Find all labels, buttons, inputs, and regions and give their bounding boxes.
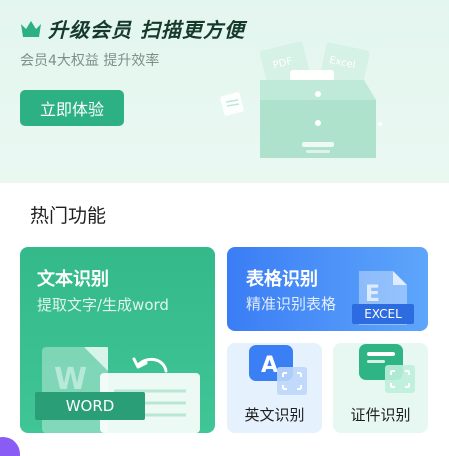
undo-arrow-icon (132, 357, 168, 373)
try-now-button[interactable]: 立即体验 (20, 90, 124, 126)
drawer-icon: PDF Excel Word (220, 41, 382, 158)
word-tag: WORD (35, 392, 145, 420)
hot-features-title: 热门功能 (30, 205, 107, 227)
vip-banner[interactable]: 升级会员 扫描更方便 会员4大权益 提升效率 立即体验 PDF Excel Wo… (0, 0, 449, 183)
table-recognition-title: 表格识别 (246, 269, 318, 290)
id-card-icon (359, 344, 415, 393)
banner-subtitle: 会员4大权益 提升效率 (20, 53, 160, 69)
scan-frame-icon: A (249, 345, 307, 395)
crown-icon (21, 21, 41, 37)
english-recognition-label: 英文识别 (244, 406, 305, 424)
text-recognition-card[interactable]: 文本识别 提取文字/生成word W WORD (20, 247, 215, 433)
excel-tag: EXCEL (352, 304, 414, 324)
svg-text:A: A (261, 353, 278, 378)
id-recognition-card[interactable]: 证件识别 (333, 343, 428, 433)
table-recognition-card[interactable]: 表格识别 精准识别表格 E EXCEL (227, 247, 428, 331)
id-recognition-label: 证件识别 (350, 406, 411, 424)
table-recognition-subtitle: 精准识别表格 (246, 295, 337, 313)
english-recognition-card[interactable]: A 英文识别 (227, 343, 322, 433)
text-recognition-title: 文本识别 (37, 269, 109, 290)
text-recognition-subtitle: 提取文字/生成word (37, 296, 169, 314)
page: 升级会员 扫描更方便 会员4大权益 提升效率 立即体验 PDF Excel Wo… (0, 0, 449, 456)
floating-button[interactable] (0, 437, 20, 456)
